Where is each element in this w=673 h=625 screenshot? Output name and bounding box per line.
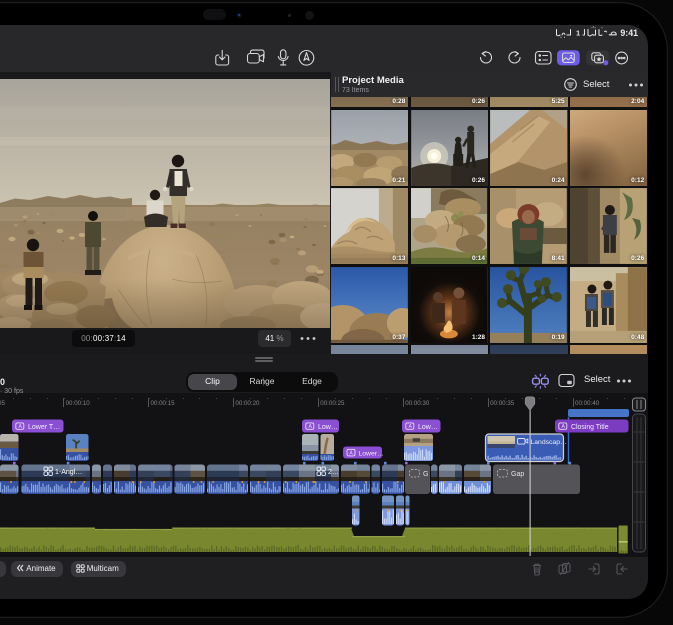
svg-text:A: A: [18, 424, 22, 430]
svg-text:Lower T…: Lower T…: [28, 424, 60, 431]
svg-text:G: G: [423, 471, 428, 478]
svg-text:1: 1: [576, 29, 580, 38]
svg-text:Lower…: Lower…: [359, 450, 384, 457]
svg-text:Closing Title: Closing Title: [571, 424, 609, 431]
svg-text:9:41: 9:41: [620, 28, 638, 38]
svg-text:Low…: Low…: [418, 424, 438, 431]
svg-text:A: A: [308, 424, 312, 430]
svg-text:A: A: [408, 424, 412, 430]
svg-text:Low…: Low…: [318, 424, 338, 431]
svg-text:A: A: [561, 424, 565, 430]
svg-text:Landscap…: Landscap…: [531, 439, 567, 446]
svg-text:1-Angl…: 1-Angl…: [55, 469, 82, 476]
svg-text:Gap: Gap: [511, 471, 524, 478]
svg-text:2…: 2…: [328, 469, 339, 476]
